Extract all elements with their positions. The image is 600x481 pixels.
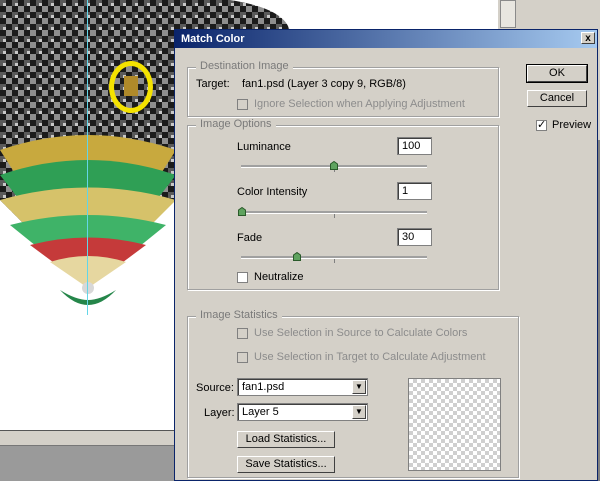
ignore-selection-label: Ignore Selection when Applying Adjustmen… [254,98,465,110]
neutralize-label: Neutralize [254,271,304,283]
source-select[interactable]: fan1.psd ▼ [237,378,368,396]
preview-checkbox[interactable]: ✓ [536,119,547,131]
chevron-down-icon[interactable]: ▼ [352,405,366,419]
target-value: fan1.psd (Layer 3 copy 9, RGB/8) [242,78,406,90]
luminance-slider[interactable] [241,161,427,172]
close-button[interactable]: x [581,32,595,44]
cancel-button[interactable]: Cancel [527,90,587,107]
save-statistics-button[interactable]: Save Statistics... [237,456,335,473]
match-color-dialog: Match Color x Destination Image Target: … [174,29,598,481]
color-intensity-input[interactable]: 1 [397,182,432,200]
guide-line [87,0,88,315]
use-target-selection-label: Use Selection in Target to Calculate Adj… [254,351,486,363]
source-value: fan1.psd [242,381,285,393]
image-options-group: Image Options [187,118,499,290]
layer-select[interactable]: Layer 5 ▼ [237,403,368,421]
luminance-label: Luminance [237,141,291,153]
close-icon: x [585,33,591,44]
fade-input[interactable]: 30 [397,228,432,246]
scrollbar[interactable] [500,0,516,28]
color-intensity-label: Color Intensity [237,186,308,198]
dialog-title: Match Color [181,33,245,45]
chevron-down-icon[interactable]: ▼ [352,380,366,394]
slider-thumb-icon[interactable] [293,252,301,261]
fade-slider[interactable] [241,252,427,263]
color-intensity-slider[interactable] [238,207,427,218]
use-target-selection-checkbox[interactable] [237,352,248,363]
status-strip [0,431,176,481]
use-source-selection-checkbox[interactable] [237,328,248,339]
image-statistics-legend: Image Statistics [196,309,282,321]
target-label: Target: [196,78,230,90]
slider-thumb-icon[interactable] [238,207,246,216]
layer-value: Layer 5 [242,406,279,418]
dialog-title-bar[interactable]: Match Color x [175,30,597,48]
fade-label: Fade [237,232,263,244]
source-label: Source: [196,382,234,394]
statistics-preview-thumbnail [408,378,501,471]
use-source-selection-label: Use Selection in Source to Calculate Col… [254,327,468,339]
slider-thumb-icon[interactable] [330,161,338,170]
destination-legend: Destination Image [196,60,293,72]
ignore-selection-checkbox[interactable] [237,99,248,110]
preview-label: Preview [552,119,592,131]
load-statistics-button[interactable]: Load Statistics... [237,431,335,448]
checkmark-icon: ✓ [537,119,547,131]
ok-button[interactable]: OK [526,64,588,83]
luminance-input[interactable]: 100 [397,137,432,155]
highlight-circle [109,61,153,113]
neutralize-checkbox[interactable] [237,272,248,283]
image-options-legend: Image Options [196,118,276,130]
layer-label: Layer: [204,407,235,419]
